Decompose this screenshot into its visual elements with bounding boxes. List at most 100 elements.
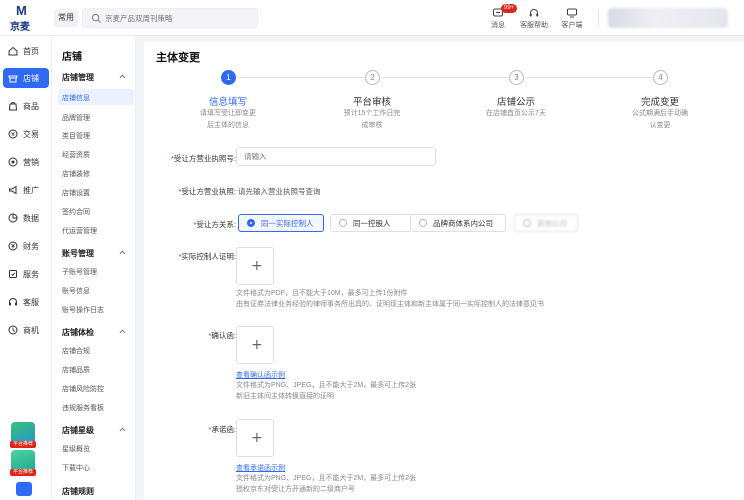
search-input[interactable] (105, 12, 253, 25)
promo-banner-2[interactable]: 平台推荐 (10, 450, 36, 476)
jingmai-logo[interactable]: M 京麦 (8, 3, 38, 33)
account-info[interactable] (608, 8, 728, 28)
nav-trade[interactable]: 交易 (3, 124, 49, 144)
confirm-letter-upload[interactable]: + (236, 326, 274, 364)
step-connector (238, 77, 364, 78)
promise-letter-upload[interactable]: + (236, 419, 274, 457)
promo-banner-1[interactable]: 平台推荐 (10, 422, 36, 448)
search-box[interactable] (82, 8, 258, 28)
nav-opportunity[interactable]: 商机 (3, 320, 49, 340)
menu-item-qualification[interactable]: 经营资质 (62, 150, 90, 160)
menu-item-contract[interactable]: 签约合同 (62, 207, 90, 217)
menu-item-category[interactable]: 类目管理 (62, 131, 90, 141)
menu-item-download[interactable]: 下载中心 (62, 463, 90, 473)
chevron-up-icon (119, 250, 126, 255)
nav-promotion[interactable]: 推广 (3, 180, 49, 200)
step-4-marker: 4 (653, 70, 668, 85)
promise-letter-label: *承诺函: (208, 425, 236, 434)
group-store-checkup[interactable]: 店铺体检 (62, 327, 132, 338)
marketing-icon (8, 157, 18, 167)
menu-item-risk[interactable]: 店铺风险防控 (62, 384, 104, 394)
controller-proof-upload[interactable]: + (236, 247, 274, 285)
nav-customer-service[interactable]: 客服 (3, 292, 49, 312)
client-label: 客户端 (561, 22, 583, 29)
chevron-up-icon (119, 427, 126, 432)
step-connector (382, 77, 508, 78)
step-connector (526, 77, 652, 78)
controller-proof-hint: 文件格式为PDF，且不能大于10M，最多可上传1份附件 由有证券法律业务经验的律师… (236, 290, 544, 308)
promo-tag-1: 平台推荐 (10, 441, 36, 448)
monitor-icon (567, 8, 577, 18)
nav-finance[interactable]: 财务 (3, 236, 49, 256)
nav-goods[interactable]: 商品 (3, 96, 49, 116)
nav-promotion-label: 推广 (23, 185, 39, 195)
nav-marketing[interactable]: 营销 (3, 152, 49, 172)
goods-icon (8, 102, 18, 111)
license-number-input[interactable] (236, 147, 436, 166)
confirm-letter-hint: 文件格式为PNG、JPEG，且不能大于2M，最多可上传2张 新旧主体间主体转换直接… (236, 382, 417, 400)
radio-unchecked-icon (339, 219, 347, 227)
menu-item-compliance[interactable]: 店铺合规 (62, 346, 90, 356)
group-account-management[interactable]: 账号管理 (62, 248, 132, 259)
confirm-letter-label: *确认函: (208, 331, 236, 340)
collapse-toggle-icon[interactable] (16, 482, 32, 496)
menu-item-account-log[interactable]: 账号操作日志 (62, 305, 104, 315)
step-1-title: 信息填写 (208, 97, 247, 108)
relation-option-same-controller[interactable]: 同一实际控制人 (238, 214, 324, 232)
promotion-icon (9, 185, 17, 195)
common-menu-button[interactable]: 常用 (54, 9, 78, 27)
confirm-letter-example-link[interactable]: 查看确认函示例 (236, 370, 285, 380)
plus-icon: + (251, 337, 263, 353)
client-button[interactable]: 客户端 (554, 5, 590, 33)
menu-item-rating-overview[interactable]: 星级概览 (62, 444, 90, 454)
menu-item-sub-accounts[interactable]: 子账号管理 (62, 267, 97, 277)
radio-unchecked-icon (419, 219, 427, 227)
data-icon (8, 213, 18, 223)
step-3-title: 店铺公示 (496, 97, 535, 108)
controller-proof-label: *实际控制人证明: (178, 252, 236, 261)
page-title: 主体变更 (156, 52, 200, 64)
group-store-rules[interactable]: 店铺规则 (62, 486, 132, 497)
promise-letter-example-link[interactable]: 查看承诺函示例 (236, 463, 285, 473)
relation-option-other[interactable]: 其他公司 (514, 214, 578, 232)
nav-home[interactable]: 首页 (3, 41, 49, 61)
nav-service[interactable]: 服务 (3, 264, 49, 284)
store-icon (8, 75, 18, 83)
search-icon (91, 13, 102, 24)
nav-customer-service-label: 客服 (23, 297, 39, 307)
menu-item-decoration[interactable]: 店铺装修 (62, 169, 90, 179)
step-4-desc: 公式期满后手动确 认变更 (632, 110, 688, 129)
step-1-marker: 1 (221, 70, 236, 85)
radio-unchecked-icon (523, 219, 531, 227)
menu-item-agency[interactable]: 代运营管理 (62, 226, 97, 236)
step-3-marker: 3 (509, 70, 524, 85)
menu-item-store-info[interactable]: 店铺信息 (62, 93, 90, 103)
menu-item-account-info[interactable]: 账号信息 (62, 286, 90, 296)
nav-opportunity-label: 商机 (23, 325, 39, 335)
step-2-desc: 预计15个工作日完 成审核 (343, 110, 401, 129)
group-label: 店铺规则 (62, 487, 94, 496)
promise-letter-hint: 文件格式为PNG、JPEG，且不能大于2M，最多可上传2张 授权京东对受让方开通新… (236, 475, 417, 493)
opportunity-icon (8, 325, 18, 335)
menu-item-settings[interactable]: 店铺设置 (62, 188, 90, 198)
nav-service-label: 服务 (23, 269, 39, 279)
messages-button[interactable]: 消息 99+ (480, 4, 518, 33)
nav-data[interactable]: 数据 (3, 208, 49, 228)
group-store-management[interactable]: 店铺管理 (62, 72, 132, 83)
secondary-nav: 店铺 店铺管理 店铺信息 品牌管理 类目管理 经营资质 店铺装修 店铺设置 签约… (52, 36, 136, 500)
menu-item-quality[interactable]: 店铺品质 (62, 365, 90, 375)
nav-store[interactable]: 店铺 (3, 68, 49, 88)
group-store-rating[interactable]: 店铺星级 (62, 425, 132, 436)
relation-option-brand-system[interactable]: 品牌商体系内公司 (410, 214, 506, 232)
step-4-title: 完成变更 (640, 97, 679, 108)
submenu-title: 店铺 (62, 52, 82, 63)
headset-icon (529, 9, 539, 17)
step-1-desc: 请填写受让即变更 后主体的信息 (200, 110, 256, 129)
trade-icon (8, 129, 18, 139)
nav-marketing-label: 营销 (23, 157, 39, 167)
customer-help-button[interactable]: 客服帮助 (516, 5, 552, 33)
menu-item-brand[interactable]: 品牌管理 (62, 113, 90, 123)
nav-goods-label: 商品 (23, 101, 39, 111)
relation-option-same-holding[interactable]: 同一控股人 (330, 214, 412, 232)
menu-item-violation[interactable]: 违规服务看板 (62, 403, 104, 413)
